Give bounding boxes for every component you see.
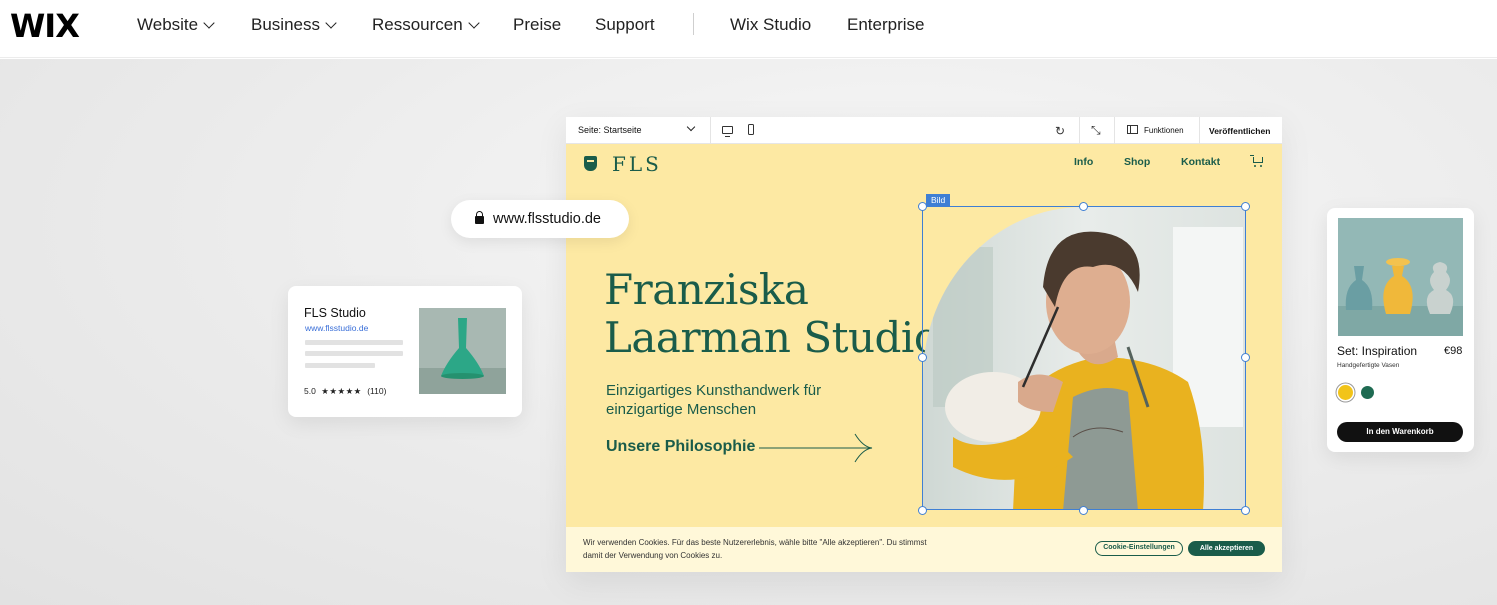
potter-illustration <box>923 207 1245 509</box>
url-pill: www.flsstudio.de <box>451 200 629 238</box>
cookie-settings-button[interactable]: Cookie-Einstellungen <box>1095 541 1183 556</box>
page-selector[interactable]: Seite: Startseite <box>578 125 642 135</box>
functions-icon[interactable] <box>1127 125 1138 134</box>
add-to-cart-button[interactable]: In den Warenkorb <box>1337 422 1463 442</box>
nav-item-label: Wix Studio <box>730 15 812 34</box>
toolbar-divider <box>1079 117 1080 144</box>
chevron-down-icon[interactable] <box>686 122 696 132</box>
site-logo-icon <box>584 156 597 171</box>
resize-handle[interactable] <box>1079 506 1088 515</box>
nav-item-label: Ressourcen <box>372 15 463 34</box>
nav-item-label: Support <box>595 15 655 34</box>
redo-icon[interactable]: ↻ <box>1055 124 1065 138</box>
product-subtitle: Handgefertigte Vasen <box>1337 362 1400 369</box>
resize-handle[interactable] <box>918 353 927 362</box>
arrow-right-icon <box>759 433 873 463</box>
mobile-icon[interactable] <box>748 124 754 135</box>
nav-item-label: Preise <box>513 15 562 34</box>
resize-handle[interactable] <box>1079 202 1088 211</box>
search-result-url: www.flsstudio.de <box>305 323 369 333</box>
selected-image-frame[interactable] <box>922 206 1246 510</box>
rating-value: 5.0 <box>304 386 316 396</box>
site-hero-title: Franziska Laarman Studio <box>604 266 939 362</box>
cart-icon[interactable] <box>1250 155 1264 167</box>
resize-handle[interactable] <box>1241 353 1250 362</box>
site-hero-subtitle: Einzigartiges Kunsthandwerk für einzigar… <box>606 382 822 418</box>
nav-item-label: Website <box>137 15 199 34</box>
nav-item-label: Business <box>251 15 320 34</box>
placeholder-line <box>305 340 403 345</box>
product-price: €98 <box>1444 345 1463 357</box>
review-count: (110) <box>367 386 387 396</box>
placeholder-line <box>305 363 375 368</box>
chevron-down-icon <box>325 16 337 29</box>
vase-illustration <box>419 308 506 394</box>
accept-all-button[interactable]: Alle akzeptieren <box>1188 541 1265 556</box>
editor-toolbar: Seite: Startseite ↻ ⤡ Funktionen Veröffe… <box>566 117 1282 144</box>
chevron-down-icon <box>203 16 215 29</box>
potter-photo <box>923 207 1245 509</box>
chevron-down-icon <box>468 16 480 29</box>
site-nav-kontakt[interactable]: Kontakt <box>1181 156 1220 168</box>
nav-item-support[interactable]: Support <box>595 15 655 35</box>
toolbar-divider <box>710 117 711 144</box>
nav-divider <box>693 13 694 35</box>
nav-item-wix-studio[interactable]: Wix Studio <box>730 15 811 35</box>
product-name: Set: Inspiration <box>1337 344 1418 358</box>
resize-handle[interactable] <box>918 202 927 211</box>
nav-item-business[interactable]: Business <box>251 15 337 35</box>
top-navigation: WIX Website Business Ressourcen Preise S… <box>0 0 1497 58</box>
site-hero-title-line2: Laarman Studio <box>604 313 939 362</box>
vase-thumbnail <box>419 308 506 394</box>
cookie-banner: Wir verwenden Cookies. Für das beste Nut… <box>566 527 1282 572</box>
desktop-icon[interactable] <box>722 126 733 137</box>
resize-handle[interactable] <box>1241 506 1250 515</box>
rating-row: 5.0 ★★★★★ (110) <box>304 386 386 397</box>
url-text: www.flsstudio.de <box>493 211 601 227</box>
color-swatch-yellow[interactable] <box>1338 385 1353 400</box>
nav-item-enterprise[interactable]: Enterprise <box>847 15 924 35</box>
cookie-text: Wir verwenden Cookies. Für das beste Nut… <box>583 538 927 560</box>
zoom-icon[interactable]: ⤡ <box>1091 123 1101 138</box>
image-selection-tag: Bild <box>926 194 951 206</box>
toolbar-divider <box>1114 117 1115 144</box>
vases-illustration <box>1338 218 1463 336</box>
resize-handle[interactable] <box>918 506 927 515</box>
nav-item-preise[interactable]: Preise <box>513 15 561 35</box>
site-logo-text[interactable]: FLS <box>612 152 662 176</box>
site-nav-info[interactable]: Info <box>1074 156 1093 168</box>
search-result-title: FLS Studio <box>304 306 366 320</box>
wix-logo[interactable]: WIX <box>10 7 80 45</box>
philosophy-link[interactable]: Unsere Philosophie <box>606 438 755 456</box>
toolbar-divider <box>1199 117 1200 144</box>
site-hero-title-line1: Franziska <box>604 265 809 314</box>
placeholder-line <box>305 351 403 356</box>
publish-button[interactable]: Veröffentlichen <box>1209 126 1270 136</box>
product-image[interactable] <box>1338 218 1463 336</box>
search-result-card: FLS Studio www.flsstudio.de 5.0 ★★★★★ (1… <box>288 286 522 417</box>
nav-item-ressourcen[interactable]: Ressourcen <box>372 15 480 35</box>
lock-icon <box>475 211 484 224</box>
product-card: Set: Inspiration €98 Handgefertigte Vase… <box>1327 208 1474 452</box>
color-swatch-green[interactable] <box>1361 386 1374 399</box>
star-icons: ★★★★★ <box>321 386 362 396</box>
functions-button[interactable]: Funktionen <box>1144 126 1184 135</box>
nav-item-website[interactable]: Website <box>137 15 215 35</box>
nav-item-label: Enterprise <box>847 15 925 34</box>
editor-preview: Seite: Startseite ↻ ⤡ Funktionen Veröffe… <box>566 117 1282 572</box>
resize-handle[interactable] <box>1241 202 1250 211</box>
site-nav-shop[interactable]: Shop <box>1124 156 1150 168</box>
